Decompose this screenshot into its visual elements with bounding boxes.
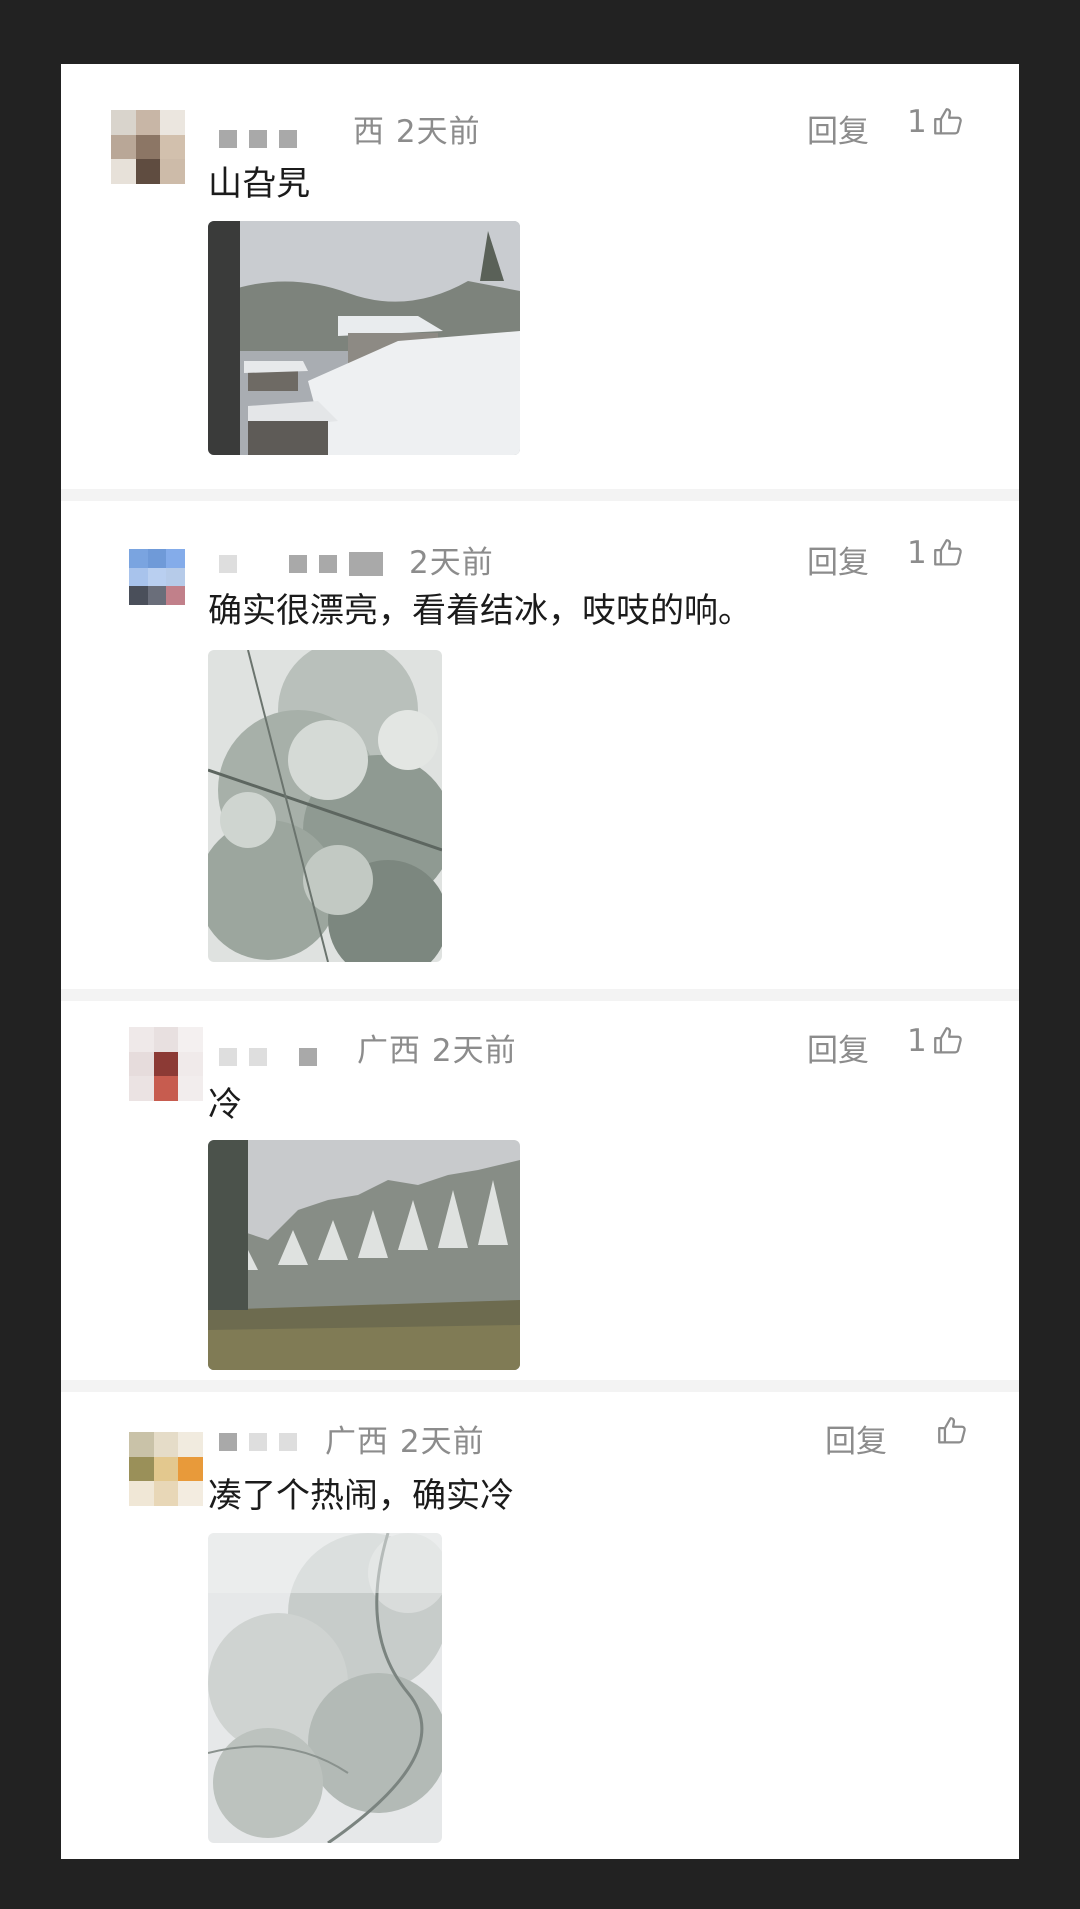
avatar[interactable] [129, 1027, 203, 1101]
comment-card: 西 2天前 回复 1 山旮旯 [61, 64, 1019, 489]
comment-photo[interactable] [208, 650, 442, 962]
comment-card: 广西 2天前 回复 凑了个热闹，确实冷 [61, 1392, 1019, 1859]
divider [61, 489, 1019, 501]
like-button[interactable]: 1 [907, 1023, 965, 1059]
location-time: 西 2天前 [353, 114, 481, 150]
username-blurred[interactable] [219, 552, 383, 576]
thumbs-up-icon [933, 108, 962, 135]
like-count: 1 [907, 1023, 927, 1059]
comment-text: 冷 [208, 1085, 242, 1125]
username-blurred[interactable] [219, 1047, 317, 1067]
comment-text: 确实很漂亮，看着结冰，吱吱的响。 [208, 591, 752, 631]
comment-card: 广西 2天前 回复 1 冷 [61, 1001, 1019, 1380]
location-time: 2天前 [409, 545, 494, 581]
comment-text: 凑了个热闹，确实冷 [208, 1476, 514, 1516]
thumbs-up-icon [933, 539, 962, 566]
location-time: 广西 2天前 [325, 1424, 485, 1460]
location-time: 广西 2天前 [357, 1033, 517, 1069]
like-count: 1 [907, 535, 927, 571]
reply-button[interactable]: 回复 [807, 106, 869, 151]
reply-button[interactable]: 回复 [807, 1025, 869, 1070]
thumbs-up-icon [933, 1027, 962, 1054]
snowy-village-rooftops-image [208, 221, 520, 455]
avatar[interactable] [129, 549, 185, 605]
comment-photo[interactable] [208, 1533, 442, 1843]
frosted-pine-branches-image [208, 650, 442, 962]
username-blurred[interactable] [219, 1432, 297, 1452]
avatar[interactable] [129, 1432, 203, 1506]
divider [61, 1380, 1019, 1392]
like-button[interactable] [931, 1414, 969, 1448]
thumbs-up-icon [938, 1417, 966, 1444]
reply-button[interactable]: 回复 [807, 537, 869, 582]
foggy-frosted-tree-image [208, 1533, 442, 1843]
divider [61, 989, 1019, 1001]
comment-text: 山旮旯 [208, 164, 310, 204]
reply-button[interactable]: 回复 [825, 1416, 887, 1461]
like-button[interactable]: 1 [907, 104, 965, 140]
like-count: 1 [907, 104, 927, 140]
avatar[interactable] [111, 110, 185, 184]
frosted-forest-hillside-image [208, 1140, 520, 1370]
comment-card: 2天前 回复 1 确实很漂亮，看着结冰，吱吱的响。 [61, 501, 1019, 989]
username-blurred[interactable] [219, 129, 297, 149]
like-button[interactable]: 1 [907, 535, 965, 571]
comment-photo[interactable] [208, 221, 520, 455]
comment-photo[interactable] [208, 1140, 520, 1370]
